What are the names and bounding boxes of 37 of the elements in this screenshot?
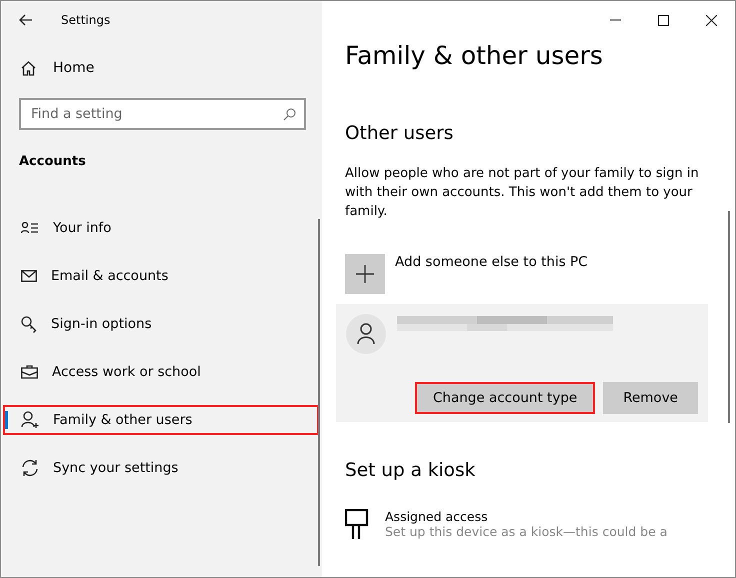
window-title: Settings [61, 13, 110, 27]
add-user-link[interactable]: Add someone else to this PC [345, 254, 735, 294]
kiosk-icon [345, 509, 369, 539]
account-button[interactable]: Change account type [414, 382, 596, 414]
mail-icon [21, 270, 37, 282]
nav-item[interactable]: Sync your settings [19, 453, 180, 483]
section-heading: Accounts [18, 153, 87, 171]
briefcase-icon [21, 365, 38, 379]
nav-item[interactable]: Access work or school [19, 357, 203, 387]
section-heading: Other users [345, 123, 454, 144]
close-icon[interactable] [706, 14, 716, 26]
description-text: Allow people who are not part of your family to sign in with their own accounts. This won't add them to your family. [345, 165, 700, 221]
minimize-icon[interactable] [610, 19, 620, 21]
user-avatar [346, 314, 386, 354]
user-card[interactable]: Change account type Remove [336, 304, 708, 422]
nav-item[interactable]: Email & accounts [19, 261, 170, 291]
section-heading: Set up a kiosk [345, 460, 476, 481]
home-icon[interactable] [21, 60, 36, 76]
page-title: Family & other users [345, 41, 604, 72]
plus-icon [356, 265, 374, 283]
home-link[interactable]: Home [53, 60, 94, 76]
nav-item[interactable]: Family & other users [3, 405, 319, 435]
scrollbar[interactable] [728, 211, 730, 423]
search-icon[interactable] [283, 108, 296, 121]
nav-item[interactable]: Your info [19, 213, 114, 243]
maximize-icon[interactable] [658, 14, 668, 26]
back-arrow-icon[interactable] [19, 14, 33, 26]
kiosk-item-title[interactable]: Assigned access [385, 509, 668, 524]
sync-icon [21, 459, 39, 477]
search-field[interactable]: Find a setting [19, 98, 306, 130]
scrollbar[interactable] [318, 219, 320, 566]
person-list-icon [21, 222, 39, 234]
person-add-icon [21, 411, 39, 429]
kiosk-item-text: Set up this device as a kiosk—this could be a [385, 524, 668, 539]
account-button[interactable]: Remove [603, 382, 698, 414]
key-icon [21, 316, 37, 332]
nav-item[interactable]: Sign-in options [19, 309, 154, 339]
